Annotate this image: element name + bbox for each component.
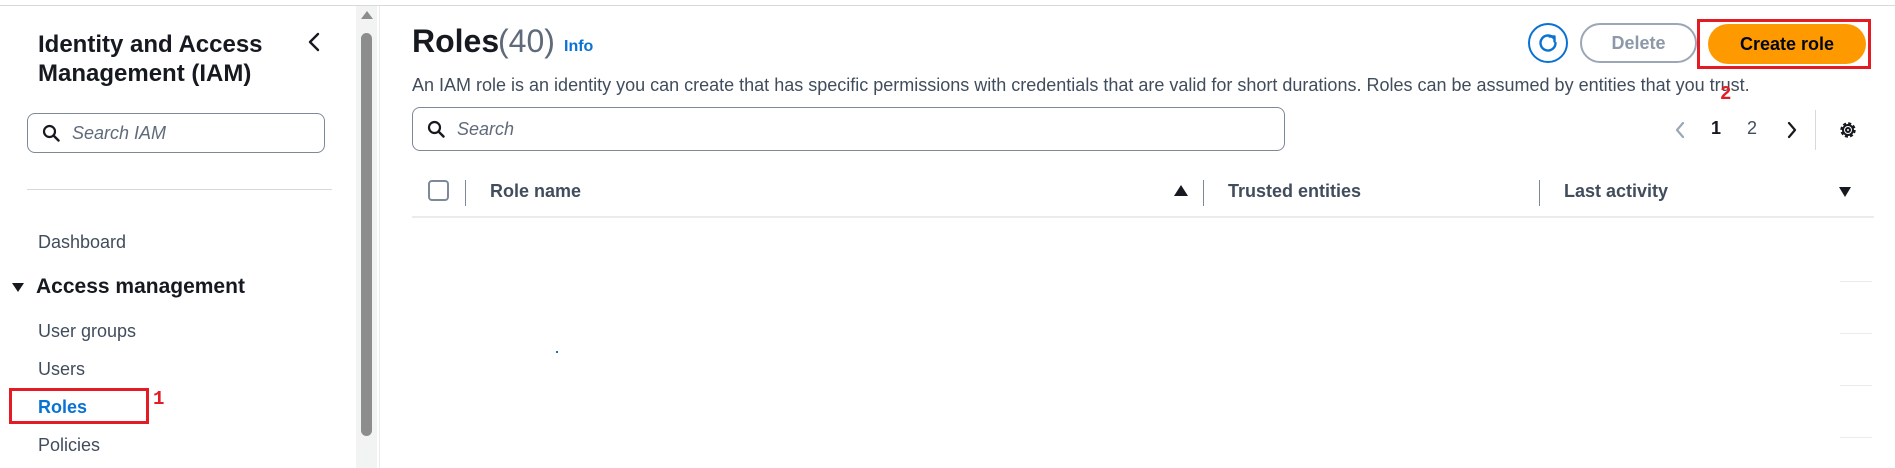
roles-search-input[interactable] <box>455 117 1239 141</box>
column-header-trusted-entities[interactable]: Trusted entities <box>1228 181 1361 202</box>
sidebar-item-dashboard[interactable]: Dashboard <box>38 232 126 253</box>
page-description: An IAM role is an identity you can creat… <box>412 75 1750 95</box>
page-title: Roles <box>412 23 500 59</box>
chevron-left-icon <box>308 32 320 52</box>
column-divider[interactable] <box>1539 180 1540 206</box>
roles-search[interactable] <box>412 107 1285 151</box>
search-icon <box>42 124 60 142</box>
chevron-left-icon <box>1675 121 1685 139</box>
sidebar-title: Identity and Access Management (IAM) <box>38 31 263 87</box>
settings-icon <box>1840 122 1856 138</box>
column-divider[interactable] <box>1203 180 1204 206</box>
sidebar-search-input[interactable] <box>70 121 304 145</box>
step-number-2: 2 <box>1720 83 1732 105</box>
info-link[interactable]: Info <box>564 38 593 56</box>
caret-down-icon <box>12 282 24 292</box>
column-header-role-name[interactable]: Role name <box>490 181 581 202</box>
search-icon <box>427 120 445 138</box>
column-header-last-activity[interactable]: Last activity <box>1564 181 1668 202</box>
select-all-checkbox[interactable] <box>428 180 449 201</box>
highlight-box-create-role <box>1697 19 1871 69</box>
column-divider <box>465 180 466 206</box>
sidebar-section-label: Access management <box>36 275 245 298</box>
pagination-divider <box>1815 110 1816 150</box>
sidebar-section-access-management[interactable]: Access management <box>12 275 245 299</box>
step-number-1: 1 <box>153 388 165 410</box>
refresh-button[interactable] <box>1528 23 1568 63</box>
row-divider <box>1840 281 1872 282</box>
page-2-button[interactable]: 2 <box>1747 118 1757 139</box>
sort-ascending-icon[interactable] <box>1174 185 1188 196</box>
sidebar-item-users[interactable]: Users <box>38 359 85 380</box>
row-divider <box>1840 333 1872 334</box>
page-1-button[interactable]: 1 <box>1711 118 1721 139</box>
roles-count: (40) <box>498 23 555 59</box>
previous-page-button[interactable] <box>1668 116 1692 144</box>
row-divider <box>1840 385 1872 386</box>
row-divider <box>1840 437 1872 438</box>
delete-button[interactable]: Delete <box>1580 23 1697 63</box>
refresh-icon <box>1539 34 1557 52</box>
sidebar-divider <box>27 189 332 190</box>
loading-indicator <box>556 351 558 353</box>
sidebar-item-user-groups[interactable]: User groups <box>38 321 136 342</box>
next-page-button[interactable] <box>1780 116 1804 144</box>
collapse-sidebar-button[interactable] <box>302 28 326 56</box>
sort-descending-icon[interactable] <box>1839 187 1851 197</box>
sidebar-scrollbar-thumb[interactable] <box>361 33 372 436</box>
preferences-button[interactable] <box>1835 116 1861 144</box>
sidebar-search[interactable] <box>27 113 325 153</box>
scroll-up-icon[interactable] <box>361 11 373 19</box>
table-body <box>396 235 1836 468</box>
sidebar-item-policies[interactable]: Policies <box>38 435 100 456</box>
highlight-box-roles <box>9 388 149 424</box>
chevron-right-icon <box>1787 121 1797 139</box>
